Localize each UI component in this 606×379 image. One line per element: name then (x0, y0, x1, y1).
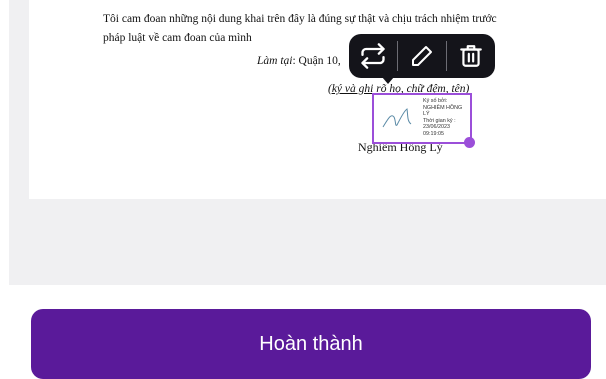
place-value: : Quận 10, (292, 55, 341, 67)
edit-button[interactable] (398, 34, 446, 78)
doc-line-2: pháp luật về cam đoan của mình (103, 32, 252, 44)
signature-toolbar (349, 34, 495, 84)
pencil-icon (412, 46, 432, 66)
delete-button[interactable] (447, 34, 495, 78)
done-button[interactable]: Hoàn thành (31, 309, 591, 379)
document-viewer[interactable] (9, 0, 606, 285)
doc-line-1: Tôi cam đoan những nội dung khai trên đâ… (103, 13, 497, 25)
signature-box[interactable]: Ký số bởi: NGHIÊM HỒNG LÝ Thời gian ký :… (372, 93, 472, 144)
signature-scribble (382, 108, 412, 128)
signature-info: Ký số bởi: NGHIÊM HỒNG LÝ Thời gian ký :… (423, 98, 463, 137)
trash-icon (460, 45, 482, 67)
resize-handle[interactable] (464, 137, 475, 148)
place-label: Làm tại (257, 55, 293, 67)
document-page (29, 0, 606, 199)
swap-button[interactable] (349, 34, 397, 78)
doc-place: Làm tại: Quận 10, (257, 55, 341, 67)
swap-icon (361, 43, 385, 69)
